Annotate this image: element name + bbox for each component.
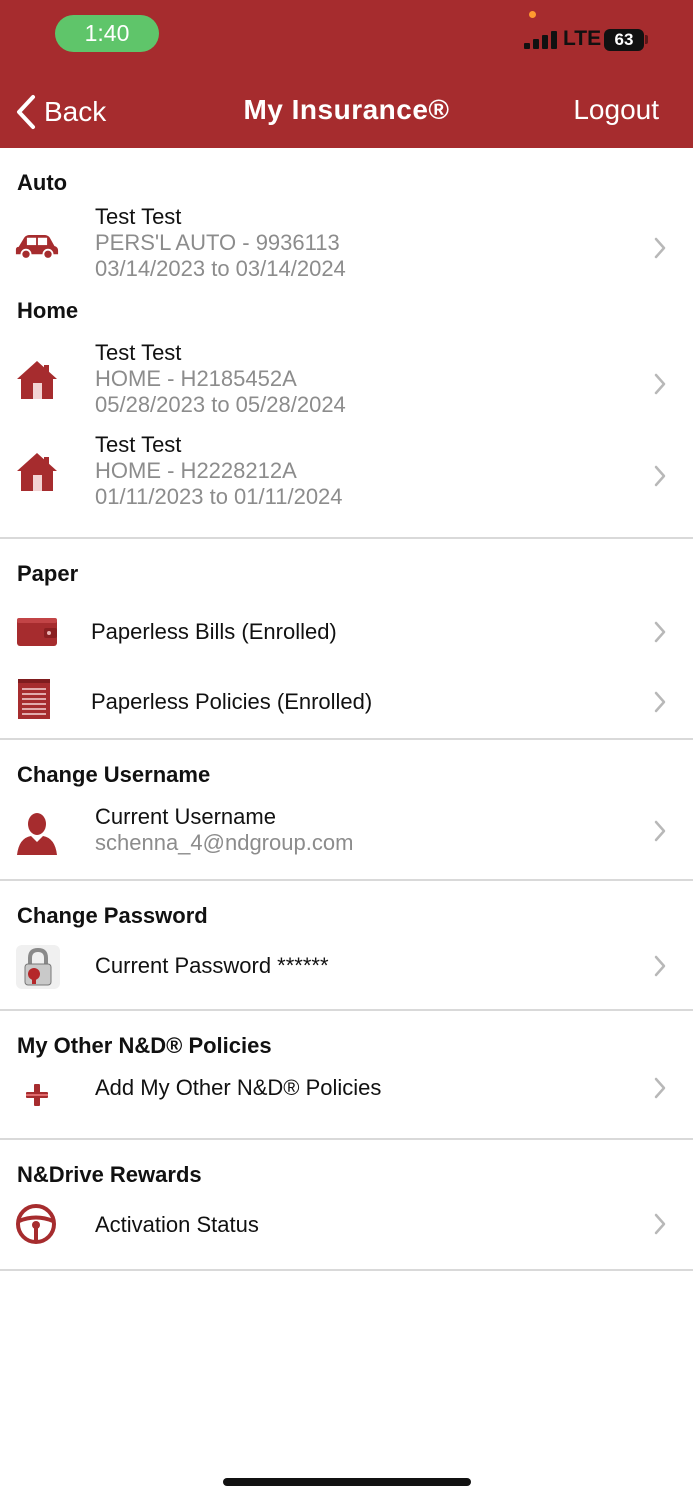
paperless-bills-label: Paperless Bills (Enrolled) xyxy=(91,619,337,644)
section-title-auto: Auto xyxy=(17,170,68,195)
user-icon xyxy=(15,812,59,856)
status-time: 1:40 xyxy=(55,15,159,52)
auto-policy-text: Test Test PERS'L AUTO - 9936113 03/14/20… xyxy=(95,204,346,282)
paperless-policies-row[interactable]: Paperless Policies (Enrolled) xyxy=(0,667,693,738)
battery-icon: 63 xyxy=(604,29,644,51)
current-password-row[interactable]: Current Password ****** xyxy=(0,941,693,1009)
policy-dates: 05/28/2023 to 05/28/2024 xyxy=(95,392,346,417)
chevron-right-icon xyxy=(654,820,666,842)
chevron-right-icon xyxy=(654,955,666,977)
notepad-icon xyxy=(12,677,56,721)
chevron-right-icon xyxy=(654,237,666,259)
car-icon xyxy=(15,224,59,268)
section-title-password: Change Password xyxy=(17,903,208,928)
password-section: Change Password Current Password ****** xyxy=(0,881,693,1011)
home-policy-row-2[interactable]: Test Test HOME - H2228212A 01/11/2023 to… xyxy=(0,432,693,522)
home-indicator[interactable] xyxy=(223,1478,471,1486)
paper-section: Paper Paperless Bills (Enrolled) Paperle… xyxy=(0,539,693,740)
rewards-section: N&Drive Rewards Activation Status xyxy=(0,1140,693,1271)
padlock-icon xyxy=(16,945,60,989)
policies-section: Auto Test Test PERS'L AUTO - 9936113 03/… xyxy=(0,148,693,539)
policy-number: HOME - H2228212A xyxy=(95,458,297,483)
paperless-policies-label-wrap: Paperless Policies (Enrolled) xyxy=(91,689,372,715)
add-other-policies-label: Add My Other N&D® Policies xyxy=(95,1075,382,1100)
signal-icon xyxy=(524,31,558,49)
policy-number: HOME - H2185452A xyxy=(95,366,297,391)
chevron-right-icon xyxy=(654,1077,666,1099)
battery-tip xyxy=(645,35,648,44)
home-policy-text-2: Test Test HOME - H2228212A 01/11/2023 to… xyxy=(95,432,343,510)
current-password-text: Current Password ****** xyxy=(95,953,329,979)
chevron-right-icon xyxy=(654,1213,666,1235)
chevron-right-icon xyxy=(654,373,666,395)
paperless-bills-label-wrap: Paperless Bills (Enrolled) xyxy=(91,619,337,645)
chevron-right-icon xyxy=(654,621,666,643)
paperless-policies-label: Paperless Policies (Enrolled) xyxy=(91,689,373,714)
section-title-other-policies: My Other N&D® Policies xyxy=(17,1033,272,1058)
plus-icon xyxy=(15,1073,59,1117)
policy-holder-name: Test Test xyxy=(95,340,182,365)
activation-status-text: Activation Status xyxy=(95,1212,259,1238)
auto-policy-row[interactable]: Test Test PERS'L AUTO - 9936113 03/14/20… xyxy=(0,204,693,288)
activation-status-label: Activation Status xyxy=(95,1212,259,1237)
wallet-icon xyxy=(15,609,59,653)
add-other-policies-row[interactable]: Add My Other N&D® Policies xyxy=(0,1071,693,1138)
house-icon xyxy=(15,450,59,494)
house-icon xyxy=(15,358,59,402)
paperless-bills-row[interactable]: Paperless Bills (Enrolled) xyxy=(0,597,693,667)
chevron-right-icon xyxy=(654,691,666,713)
back-label: Back xyxy=(44,96,107,127)
network-type: LTE xyxy=(563,27,602,50)
app-header: 1:40 LTE 63 Back My Insurance® Logout xyxy=(0,0,693,148)
current-username-text: Current Username schenna_4@ndgroup.com xyxy=(95,804,353,856)
steering-wheel-icon xyxy=(14,1202,58,1246)
back-button[interactable]: Back xyxy=(14,92,106,132)
add-other-policies-text: Add My Other N&D® Policies xyxy=(95,1075,381,1101)
home-policy-row-1[interactable]: Test Test HOME - H2185452A 05/28/2023 to… xyxy=(0,340,693,432)
chevron-left-icon xyxy=(17,95,35,129)
section-title-rewards: N&Drive Rewards xyxy=(17,1162,202,1187)
current-username-value: schenna_4@ndgroup.com xyxy=(95,830,354,855)
activation-status-row[interactable]: Activation Status xyxy=(0,1200,693,1269)
privacy-indicator xyxy=(529,11,536,18)
current-username-label: Current Username xyxy=(95,804,276,829)
current-username-row[interactable]: Current Username schenna_4@ndgroup.com xyxy=(0,800,693,879)
policy-dates: 03/14/2023 to 03/14/2024 xyxy=(95,256,346,281)
section-title-paper: Paper xyxy=(17,561,79,586)
chevron-right-icon xyxy=(654,465,666,487)
username-section: Change Username Current Username schenna… xyxy=(0,740,693,881)
home-policy-text-1: Test Test HOME - H2185452A 05/28/2023 to… xyxy=(95,340,346,418)
policy-holder-name: Test Test xyxy=(95,204,182,229)
other-policies-section: My Other N&D® Policies Add My Other N&D®… xyxy=(0,1011,693,1140)
policy-number: PERS'L AUTO - 9936113 xyxy=(95,230,340,255)
settings-list: Auto Test Test PERS'L AUTO - 9936113 03/… xyxy=(0,148,693,1271)
section-title-home: Home xyxy=(17,298,79,323)
section-title-username: Change Username xyxy=(17,762,211,787)
logout-button[interactable]: Logout xyxy=(573,94,659,126)
policy-dates: 01/11/2023 to 01/11/2024 xyxy=(95,484,343,509)
current-password-label: Current Password ****** xyxy=(95,953,329,978)
policy-holder-name: Test Test xyxy=(95,432,182,457)
